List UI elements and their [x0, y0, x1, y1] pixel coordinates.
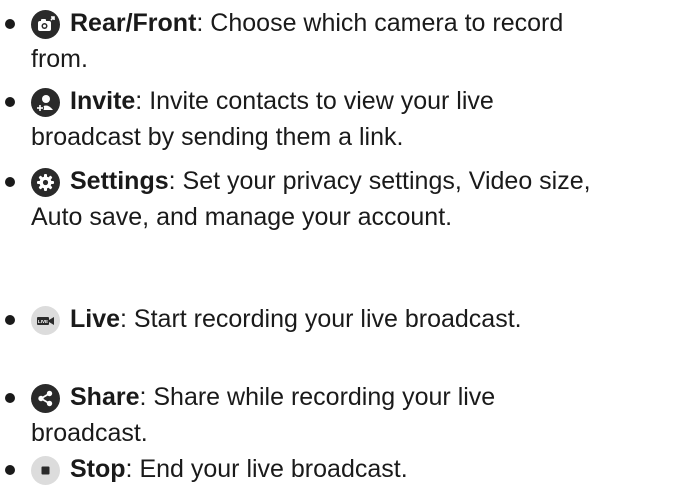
description-continued: from.	[31, 45, 88, 73]
description-continued: broadcast by sending them a link.	[31, 123, 404, 151]
description: : Set your privacy settings, Video size,	[168, 167, 591, 195]
description: : Start recording your live broadcast.	[120, 305, 522, 333]
description: : Choose which camera to record	[196, 9, 564, 37]
bullet	[5, 393, 15, 403]
camera-switch-icon	[31, 10, 60, 39]
description: : Share while recording your live	[139, 383, 496, 411]
live-icon: LIVE	[31, 306, 60, 335]
term-live: Live	[70, 305, 121, 333]
live-icon-label: LIVE	[38, 319, 48, 324]
bullet	[5, 465, 15, 475]
invite-contact-icon	[31, 88, 60, 117]
bullet	[5, 19, 15, 29]
term-share: Share	[70, 383, 140, 411]
description: : Invite contacts to view your live	[135, 87, 494, 115]
bullet	[5, 315, 15, 325]
bullet	[5, 97, 15, 107]
term-stop: Stop	[70, 455, 126, 483]
description-continued: Auto save, and manage your account.	[31, 203, 453, 231]
bullet	[5, 177, 15, 187]
description-continued: broadcast.	[31, 419, 148, 447]
stop-icon	[31, 456, 60, 485]
term-settings: Settings	[70, 167, 169, 195]
term-rear-front: Rear/Front	[70, 9, 197, 37]
description: : End your live broadcast.	[125, 455, 408, 483]
gear-icon	[31, 168, 60, 197]
share-icon	[31, 384, 60, 413]
term-invite: Invite	[70, 87, 136, 115]
